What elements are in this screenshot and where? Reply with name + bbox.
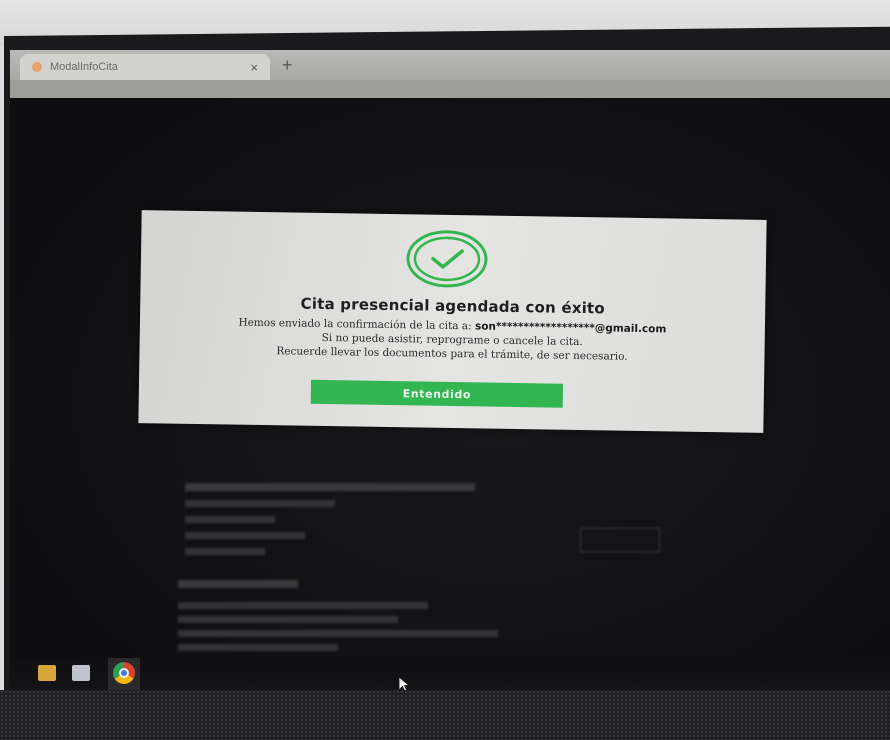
tab-title: ModalInfoCita bbox=[50, 61, 118, 73]
blurred-text bbox=[178, 644, 338, 651]
entendido-button[interactable]: Entendido bbox=[310, 379, 564, 408]
speaker-grille bbox=[0, 690, 890, 740]
blurred-text bbox=[185, 500, 335, 507]
store-icon[interactable] bbox=[72, 665, 90, 681]
email-address: son******************@gmail.com bbox=[474, 320, 667, 336]
blurred-text bbox=[178, 616, 398, 623]
browser-tab-strip: ModalInfoCita × + bbox=[10, 50, 890, 80]
confirmation-prefix: Hemos enviado la confirmación de la cita… bbox=[238, 316, 472, 333]
close-tab-icon[interactable]: × bbox=[250, 60, 258, 75]
chrome-icon[interactable] bbox=[113, 662, 135, 684]
blurred-heading bbox=[178, 580, 298, 588]
new-tab-button[interactable]: + bbox=[282, 55, 293, 76]
blurred-text bbox=[185, 532, 305, 539]
blurred-text bbox=[178, 602, 428, 609]
browser-tab[interactable]: ModalInfoCita × bbox=[20, 54, 270, 80]
browser-toolbar bbox=[10, 80, 890, 98]
blurred-button bbox=[580, 528, 660, 552]
blurred-text bbox=[185, 483, 475, 491]
taskbar bbox=[10, 658, 890, 690]
check-circle-icon bbox=[406, 230, 488, 288]
folder-icon[interactable] bbox=[38, 665, 56, 681]
blurred-text bbox=[185, 548, 265, 555]
blurred-text bbox=[178, 630, 498, 637]
favicon-icon bbox=[32, 62, 42, 72]
confirmation-modal: Cita presencial agendada con éxito Hemos… bbox=[138, 210, 767, 433]
blurred-text bbox=[185, 516, 275, 523]
screen: ModalInfoCita × + Cita presencial agenda… bbox=[10, 50, 890, 690]
